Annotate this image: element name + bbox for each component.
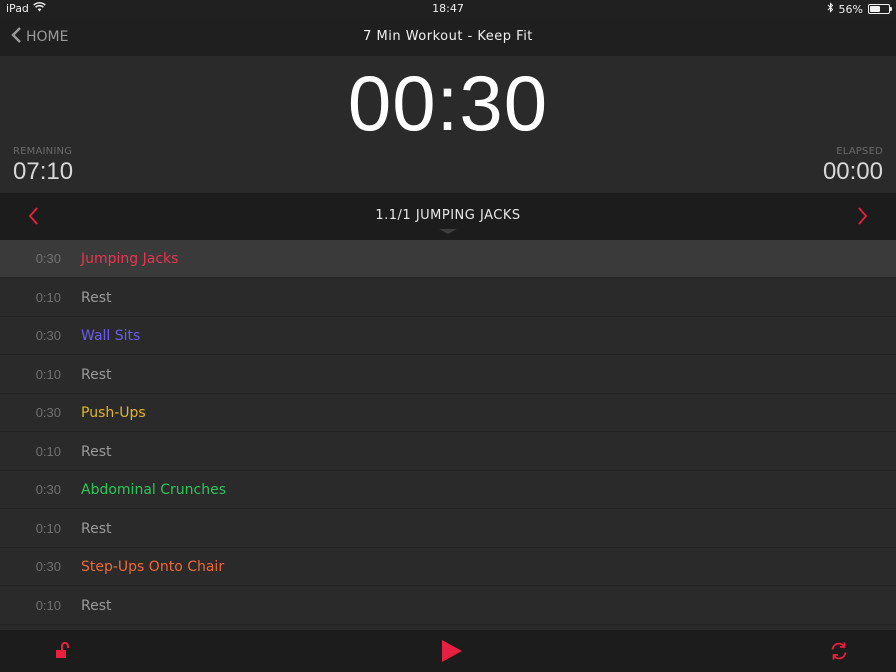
navigation-bar: HOME 7 Min Workout - Keep Fit xyxy=(0,18,896,56)
remaining-label: REMAINING xyxy=(13,146,73,157)
unlock-icon xyxy=(54,642,72,664)
remaining-stat: REMAINING 07:10 xyxy=(13,146,73,186)
exercise-name: Wall Sits xyxy=(81,327,141,344)
exercise-duration: 0:30 xyxy=(35,251,61,266)
exercise-navigator: 1.1/1 JUMPING JACKS xyxy=(0,193,896,240)
exercise-row[interactable]: 0:30 Jumping Jacks xyxy=(0,240,896,278)
next-exercise-button[interactable] xyxy=(852,205,872,227)
exercise-row[interactable]: 0:30 Wall Sits xyxy=(0,317,896,355)
exercise-duration: 0:10 xyxy=(35,598,61,613)
bluetooth-icon xyxy=(827,2,834,16)
exercise-list: 0:30 Jumping Jacks 0:10 Rest 0:30 Wall Sits 0:… xyxy=(0,240,896,630)
exercise-row[interactable]: 0:30 Push-Ups xyxy=(0,394,896,432)
exercise-row[interactable]: 0:10 Rest xyxy=(0,279,896,317)
timer-panel: 00:30 REMAINING 07:10 ELAPSED 00:00 xyxy=(0,56,896,193)
battery-icon xyxy=(868,4,892,14)
exercise-row[interactable]: 0:10 Rest xyxy=(0,433,896,471)
exercise-name: Rest xyxy=(81,443,112,460)
play-button[interactable] xyxy=(440,639,464,667)
exercise-duration: 0:30 xyxy=(35,559,61,574)
repeat-icon xyxy=(829,642,849,665)
unlock-button[interactable] xyxy=(54,642,72,664)
exercise-row[interactable]: 0:30 Abdominal Crunches xyxy=(0,471,896,509)
battery-percent: 56% xyxy=(838,2,863,16)
exercise-name: Push-Ups xyxy=(81,404,146,421)
exercise-name: Rest xyxy=(81,597,112,614)
exercise-name: Rest xyxy=(81,520,112,537)
exercise-duration: 0:30 xyxy=(35,405,61,420)
exercise-name: Abdominal Crunches xyxy=(81,481,226,498)
battery-level xyxy=(870,6,881,12)
exercise-duration: 0:30 xyxy=(35,328,61,343)
repeat-button[interactable] xyxy=(829,641,849,665)
exercise-name: Step-Ups Onto Chair xyxy=(81,558,225,575)
bottom-toolbar xyxy=(0,630,896,672)
current-timer: 00:30 xyxy=(347,59,549,147)
remaining-value: 07:10 xyxy=(13,158,74,185)
selection-pointer xyxy=(439,229,457,234)
exercise-row[interactable]: 0:30 Step-Ups Onto Chair xyxy=(0,548,896,586)
exercise-duration: 0:10 xyxy=(35,444,61,459)
elapsed-label: ELAPSED xyxy=(836,146,883,157)
exercise-name: Jumping Jacks xyxy=(81,250,179,267)
exercise-row[interactable]: 0:10 Rest xyxy=(0,587,896,625)
exercise-name: Rest xyxy=(81,289,112,306)
elapsed-stat: ELAPSED 00:00 xyxy=(823,146,883,186)
play-icon xyxy=(440,640,464,667)
exercise-name: Rest xyxy=(81,366,112,383)
exercise-duration: 0:10 xyxy=(35,367,61,382)
chevron-right-icon xyxy=(852,207,872,231)
elapsed-value: 00:00 xyxy=(822,158,883,185)
page-title: 7 Min Workout - Keep Fit xyxy=(363,29,533,44)
exercise-row[interactable]: 0:10 Rest xyxy=(0,510,896,548)
exercise-duration: 0:10 xyxy=(35,290,61,305)
exercise-duration: 0:30 xyxy=(35,482,61,497)
exercise-duration: 0:10 xyxy=(35,521,61,536)
exercise-row[interactable]: 0:10 Rest xyxy=(0,356,896,394)
current-exercise-title: 1.1/1 JUMPING JACKS xyxy=(375,208,521,223)
clock: 18:47 xyxy=(432,2,464,15)
status-bar: iPad 18:47 56% xyxy=(0,0,896,18)
